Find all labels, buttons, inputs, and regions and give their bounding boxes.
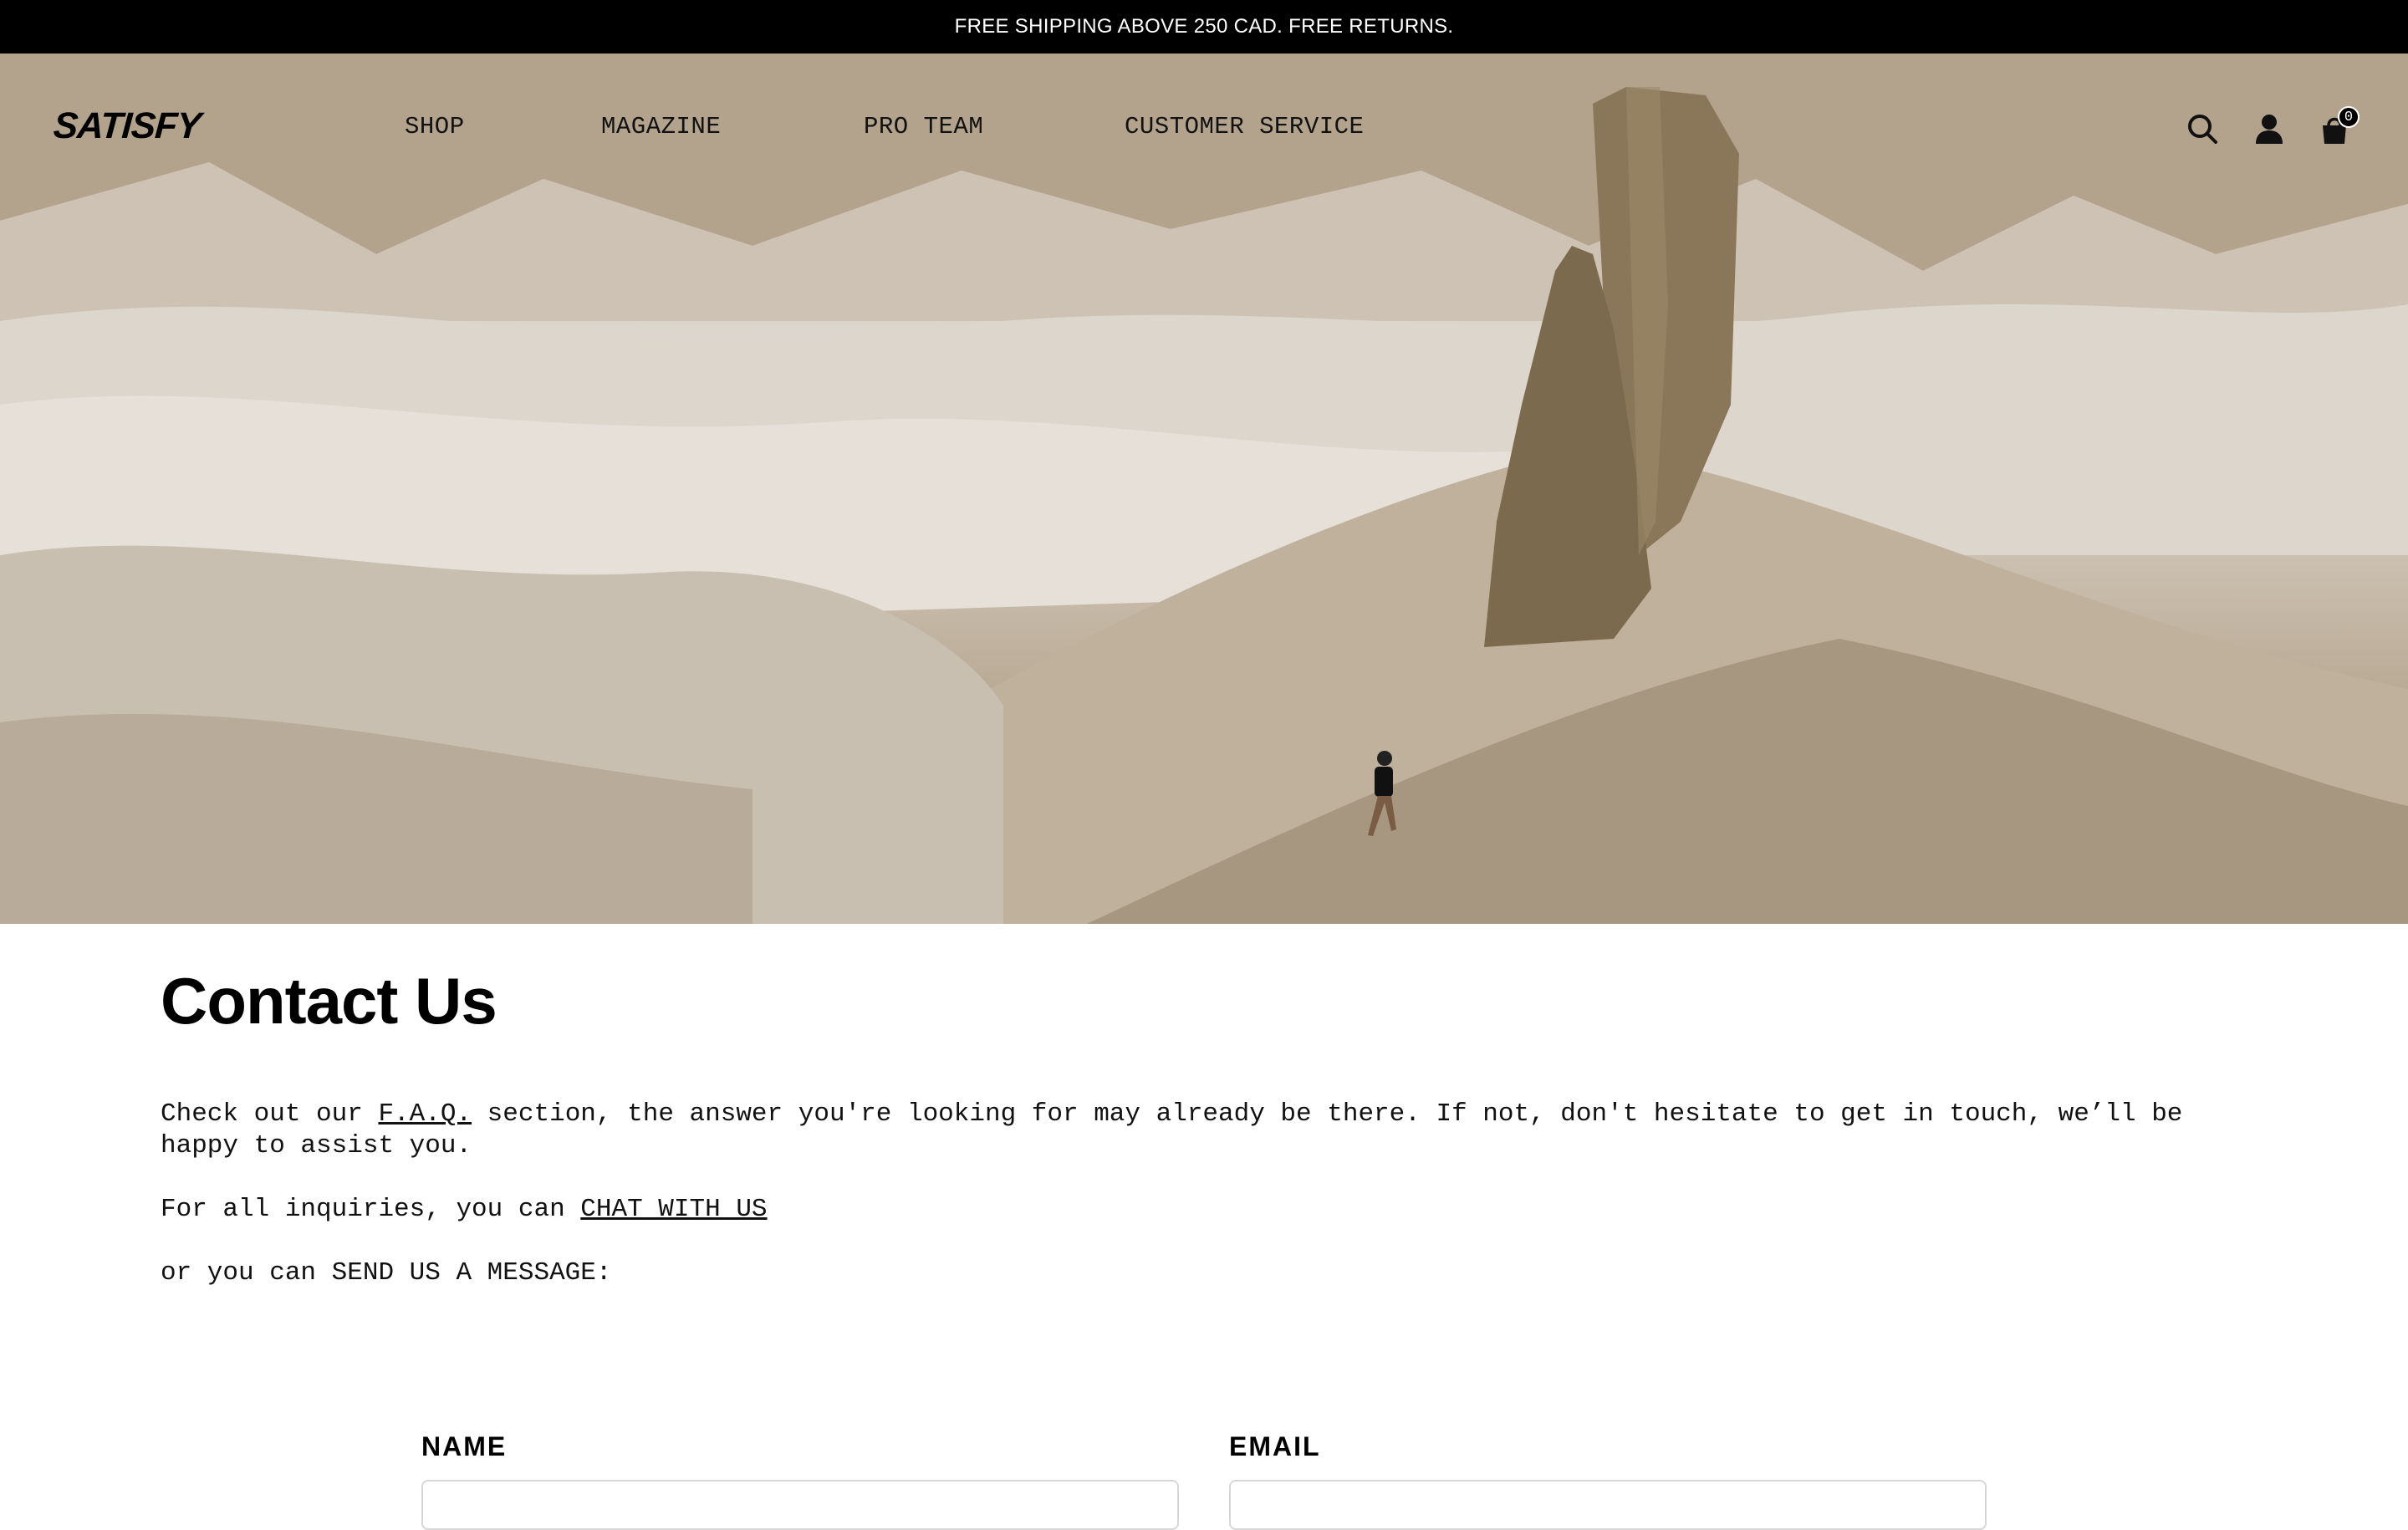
- name-input[interactable]: [421, 1480, 1179, 1530]
- satisfy-logo[interactable]: SATISFY: [52, 105, 202, 147]
- nav-customer-service[interactable]: CUSTOMER SERVICE: [1125, 113, 1364, 140]
- announcement-text: FREE SHIPPING ABOVE 250 CAD. FREE RETURN…: [954, 15, 1454, 38]
- page-title: Contact Us: [161, 964, 497, 1038]
- inquiries-text: For all inquiries, you can: [161, 1195, 581, 1224]
- hero-image: [0, 54, 2408, 924]
- intro-paragraph: Check out our F.A.Q. section, the answer…: [161, 1099, 2251, 1162]
- nav-pro-team[interactable]: PRO TEAM: [864, 113, 983, 140]
- account-icon[interactable]: [2251, 110, 2288, 147]
- nav-shop[interactable]: SHOP: [405, 113, 465, 140]
- send-message-line: or you can SEND US A MESSAGE:: [161, 1258, 612, 1288]
- email-input[interactable]: [1229, 1480, 1987, 1530]
- announcement-bar: FREE SHIPPING ABOVE 250 CAD. FREE RETURN…: [0, 0, 2408, 54]
- faq-link[interactable]: F.A.Q.: [378, 1099, 472, 1129]
- chat-with-us-link[interactable]: CHAT WITH US: [580, 1195, 767, 1224]
- inquiries-paragraph: For all inquiries, you can CHAT WITH US: [161, 1194, 2251, 1226]
- name-label: NAME: [421, 1431, 508, 1461]
- intro-text-before: Check out our: [161, 1099, 379, 1129]
- search-icon[interactable]: [2184, 110, 2221, 147]
- nav-magazine[interactable]: MAGAZINE: [601, 113, 721, 140]
- desert-landscape-image: [0, 54, 2408, 924]
- cart-count-badge: 0: [2338, 106, 2360, 128]
- email-label: EMAIL: [1229, 1431, 1321, 1461]
